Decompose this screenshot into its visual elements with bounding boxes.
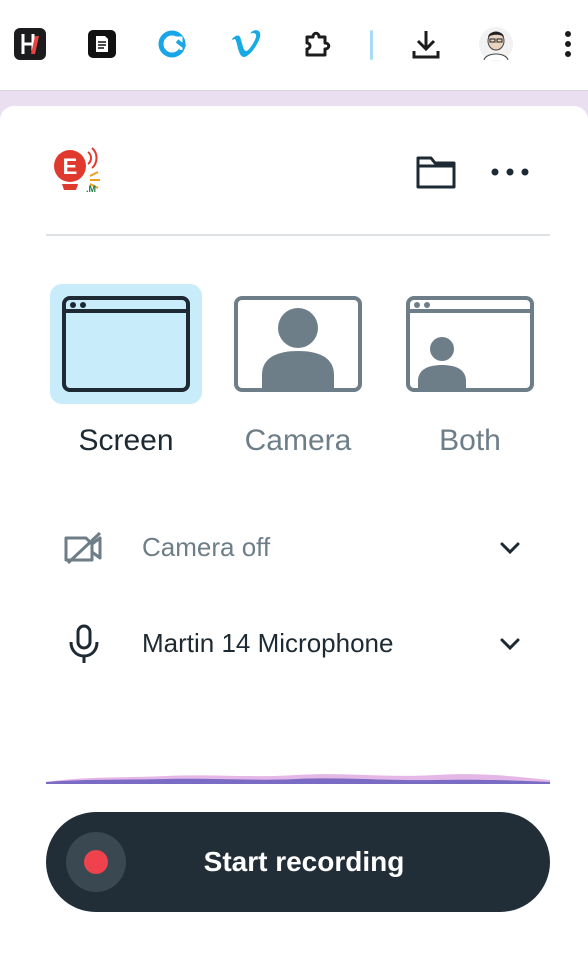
chevron-down-icon <box>500 542 520 555</box>
browser-toolbar <box>0 0 588 91</box>
microphone-select[interactable]: Martin 14 Microphone <box>46 612 550 676</box>
sync-extension-icon <box>158 30 187 58</box>
camera-person-icon <box>234 296 362 392</box>
extensions-menu-button[interactable] <box>298 24 338 64</box>
mode-screen-icon-wrap <box>50 284 202 404</box>
screen-with-person-icon <box>406 296 534 392</box>
camera-off-icon-wrap <box>62 528 106 568</box>
camera-select-label: Camera off <box>142 532 271 562</box>
microphone-icon-wrap <box>62 624 106 664</box>
toolbar-separator <box>370 30 373 60</box>
camera-select[interactable]: Camera off <box>46 516 550 580</box>
microphone-icon <box>69 624 99 663</box>
document-extension-button[interactable] <box>82 24 122 64</box>
svg-text:.M: .M <box>86 184 96 194</box>
chevron-down-icon <box>500 638 520 651</box>
microphone-select-label: Martin 14 Microphone <box>142 628 394 658</box>
mode-screen-label: Screen <box>78 424 174 457</box>
puzzle-piece-icon <box>305 31 331 57</box>
mode-both-icon-wrap <box>394 284 546 404</box>
camera-chevron[interactable] <box>492 532 528 564</box>
mode-camera[interactable]: Camera <box>222 284 374 464</box>
profile-avatar <box>479 27 513 61</box>
vimeo-icon <box>232 30 261 57</box>
record-dot-icon <box>84 850 108 874</box>
recorder-panel: E .M Screen Camera Both Camera off Marti… <box>0 106 588 956</box>
record-dot-wrap <box>66 832 126 892</box>
audio-level-waveform <box>46 774 550 784</box>
more-horizontal-icon <box>491 168 529 176</box>
mode-camera-label: Camera <box>244 424 352 457</box>
header-divider <box>46 234 550 236</box>
brand-logo: E .M <box>50 146 106 196</box>
download-icon <box>412 31 440 59</box>
screen-window-icon <box>62 296 190 392</box>
start-recording-label: Start recording <box>203 846 405 877</box>
mode-both-label: Both <box>439 424 501 457</box>
more-options-button[interactable] <box>484 150 536 194</box>
browser-menu-button[interactable] <box>548 24 588 64</box>
microphone-chevron[interactable] <box>492 628 528 660</box>
open-folder-button[interactable] <box>410 150 462 194</box>
svg-text:E: E <box>63 154 78 179</box>
h-extension-icon <box>14 28 46 60</box>
mode-both[interactable]: Both <box>394 284 546 464</box>
vimeo-extension-button[interactable] <box>226 24 266 64</box>
start-recording-button[interactable]: Start recording <box>46 812 550 912</box>
camera-off-icon <box>64 531 102 565</box>
e-m-logo: E .M <box>54 147 100 194</box>
downloads-button[interactable] <box>406 24 446 64</box>
h-extension-button[interactable] <box>10 24 50 64</box>
mode-screen[interactable]: Screen <box>50 284 202 464</box>
profile-button[interactable] <box>476 24 516 64</box>
mode-camera-icon-wrap <box>222 284 374 404</box>
folder-icon <box>416 156 456 189</box>
kebab-menu-icon <box>565 31 571 57</box>
document-extension-icon <box>88 30 116 58</box>
sync-extension-button[interactable] <box>154 24 194 64</box>
